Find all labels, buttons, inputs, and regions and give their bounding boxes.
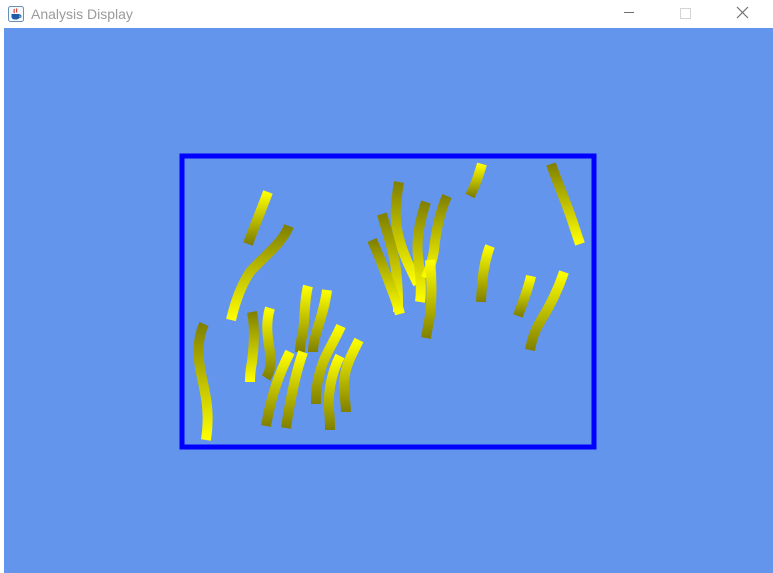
detected-object-23: [525, 270, 569, 351]
detected-object-2: [226, 223, 294, 322]
detected-object-20: [476, 244, 495, 303]
window-title: Analysis Display: [31, 6, 133, 22]
detected-object-11: [323, 353, 345, 431]
detected-object-5: [261, 306, 276, 381]
analysis-canvas[interactable]: [4, 28, 773, 573]
close-icon: [736, 6, 749, 19]
detected-object-6: [295, 284, 313, 353]
application-window: Analysis Display: [0, 0, 773, 573]
maximize-icon: [680, 8, 691, 19]
analysis-frame: [179, 153, 597, 450]
detected-object-22: [513, 274, 536, 318]
close-button[interactable]: [719, 0, 765, 28]
detected-object-1: [243, 190, 273, 246]
minimize-button[interactable]: [606, 0, 652, 28]
detected-object-19: [465, 162, 487, 199]
detected-object-4: [245, 311, 259, 383]
title-bar[interactable]: Analysis Display: [0, 0, 773, 28]
minimize-icon: [624, 12, 634, 13]
java-coffee-cup-icon: [8, 6, 24, 22]
detected-objects-group: [193, 162, 585, 441]
maximize-button[interactable]: [662, 0, 708, 28]
analysis-display-svg: [179, 153, 597, 450]
detected-object-21: [546, 162, 585, 246]
detected-object-12: [339, 337, 364, 413]
detected-object-7: [308, 289, 332, 353]
detected-object-3: [193, 321, 213, 441]
detected-object-18: [421, 259, 437, 339]
detected-object-16: [412, 200, 431, 303]
